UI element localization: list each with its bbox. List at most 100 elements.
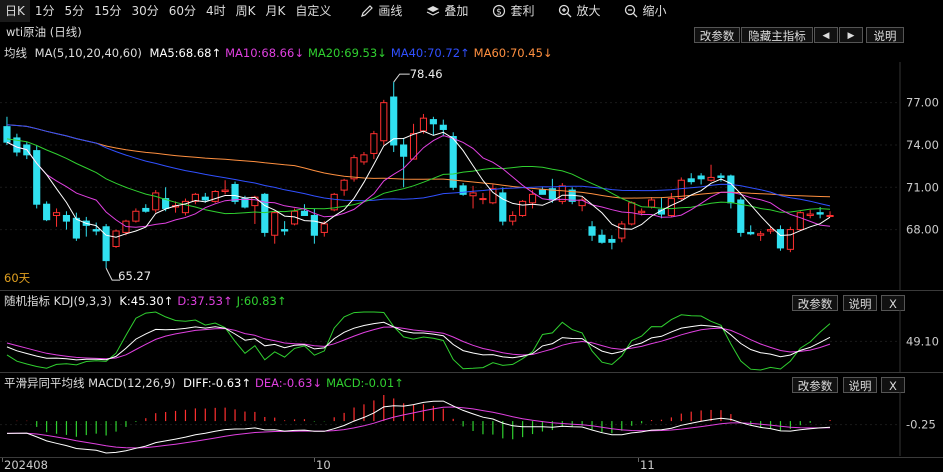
indicator-value: MA5:68.68↑ xyxy=(149,46,222,60)
candle-body xyxy=(43,203,51,221)
panel-divider xyxy=(0,372,943,373)
period-tab[interactable]: 日K xyxy=(0,0,30,22)
candle-body xyxy=(618,223,626,239)
macd-change-params-button[interactable]: 改参数 xyxy=(792,377,838,393)
candle-body xyxy=(429,119,437,125)
change-params-button[interactable]: 改参数 xyxy=(694,27,740,43)
tool-label: 套利 xyxy=(510,4,535,18)
x-axis: 202408 10 11 xyxy=(0,458,943,472)
ma-params: MA(5,10,20,40,60) xyxy=(34,46,142,60)
kdj-change-params-button[interactable]: 改参数 xyxy=(792,295,838,311)
period-tab[interactable]: 周K xyxy=(231,0,261,22)
period-tab[interactable]: 1分 xyxy=(30,0,60,22)
candle-body xyxy=(261,193,269,233)
period-tab[interactable]: 5分 xyxy=(60,0,90,22)
candle-body xyxy=(310,214,318,236)
indicator-value: MA60:70.45↓ xyxy=(473,46,553,60)
zoom-in-tool[interactable]: 放大 xyxy=(552,0,606,22)
arbitrage-icon: $ xyxy=(493,4,506,18)
layers-tool[interactable]: 叠加 xyxy=(420,0,474,22)
candle-body xyxy=(281,229,289,232)
macd-help-button[interactable]: 说明 xyxy=(843,377,877,393)
candle-body xyxy=(509,214,517,222)
candle-body xyxy=(766,229,775,232)
hide-main-indicator-button[interactable]: 隐藏主指标 xyxy=(741,27,813,43)
ma10-line xyxy=(6,134,831,228)
candle-body xyxy=(132,210,140,222)
macd-chart[interactable]: -0.25 xyxy=(0,392,943,456)
candle-body xyxy=(52,212,61,216)
y-tick-label: 74.00 xyxy=(906,138,939,152)
indicator-value: MA20:69.53↓ xyxy=(307,46,387,60)
ma-legend: 均线 MA(5,10,20,40,60) MA5:68.68↑ MA10:68.6… xyxy=(4,44,557,62)
candle-body xyxy=(400,144,408,157)
y-tick-label: 68.00 xyxy=(906,223,939,237)
candle-body xyxy=(489,188,497,204)
candle-body xyxy=(717,175,725,178)
kdj-y-tick: 49.10 xyxy=(906,334,939,348)
y-tick-label: 77.00 xyxy=(906,96,939,110)
period-tab[interactable]: 60分 xyxy=(164,0,201,22)
candle-body xyxy=(350,157,358,180)
diff-line xyxy=(6,400,831,454)
candle-body xyxy=(776,229,785,249)
indicator-value: DIFF:-0.63↑ xyxy=(183,376,252,390)
candle-body xyxy=(251,196,259,207)
candle-body xyxy=(380,102,388,142)
macd-legend: 平滑异同平均线 MACD(12,26,9) DIFF:-0.63↑ DEA:-0.… xyxy=(4,374,408,392)
kdj-close-button[interactable]: X xyxy=(881,295,905,311)
svg-text:$: $ xyxy=(497,8,503,18)
help-button[interactable]: 说明 xyxy=(866,27,904,43)
x-axis-label: 10 xyxy=(316,458,331,472)
scroll-left-button[interactable]: ◀ xyxy=(814,27,838,43)
macd-close-button[interactable]: X xyxy=(881,377,905,393)
kdj-chart[interactable]: 49.10 xyxy=(0,310,943,372)
candle-body xyxy=(538,189,547,195)
pencil-icon xyxy=(361,5,374,17)
toolbar: 日K 1分 5分 15分 30分 60分 4时 周K 月K 自定义 画线 叠加 $ 套利 放大 缩小 xyxy=(0,0,943,22)
candle-body xyxy=(370,133,378,154)
kdj-title: 随机指标 KDJ(9,3,3) xyxy=(4,294,112,308)
macd-y-tick: -0.25 xyxy=(906,418,936,432)
candle-body xyxy=(142,207,150,212)
tool-label: 画线 xyxy=(378,4,403,18)
indicator-value: MACD:-0.01↑ xyxy=(326,376,404,390)
candlestick-chart[interactable]: 77.00 74.00 71.00 68.00 78.46 65.27 xyxy=(0,62,943,290)
dea-line xyxy=(6,406,831,449)
candle-body xyxy=(638,210,646,214)
x-tick xyxy=(314,458,315,462)
panel-divider xyxy=(0,290,943,291)
candle-body xyxy=(528,193,537,204)
pencil-tool[interactable]: 画线 xyxy=(354,0,408,22)
candle-body xyxy=(231,183,239,202)
period-tab[interactable]: 自定义 xyxy=(290,0,336,22)
candle-body xyxy=(796,212,804,231)
candle-body xyxy=(300,210,309,216)
x-tick xyxy=(638,458,639,462)
candle-body xyxy=(92,229,100,232)
zoom-in-icon xyxy=(559,4,572,18)
zoom-out-tool[interactable]: 缩小 xyxy=(618,0,672,22)
candle-body xyxy=(112,230,120,248)
candle-body xyxy=(806,213,814,216)
x-tick xyxy=(2,458,3,462)
arbitrage-tool[interactable]: $ 套利 xyxy=(486,0,540,22)
zoom-out-icon xyxy=(625,4,638,18)
candle-body xyxy=(320,223,328,233)
candle-body xyxy=(211,191,219,202)
candle-body xyxy=(62,214,71,222)
period-tab[interactable]: 30分 xyxy=(126,0,163,22)
toolbar-tools: 画线 叠加 $ 套利 放大 缩小 xyxy=(342,0,672,22)
kdj-help-button[interactable]: 说明 xyxy=(843,295,877,311)
period-tab[interactable]: 月K xyxy=(261,0,291,22)
candle-body xyxy=(697,175,705,180)
candle-body xyxy=(707,176,715,181)
candle-body xyxy=(271,212,279,236)
period-tab[interactable]: 15分 xyxy=(89,0,126,22)
candle-body xyxy=(479,198,487,201)
candle-body xyxy=(360,154,368,163)
indicator-value: DEA:-0.63↓ xyxy=(255,376,323,390)
candle-body xyxy=(608,238,616,243)
scroll-right-button[interactable]: ▶ xyxy=(839,27,863,43)
period-tab[interactable]: 4时 xyxy=(201,0,231,22)
